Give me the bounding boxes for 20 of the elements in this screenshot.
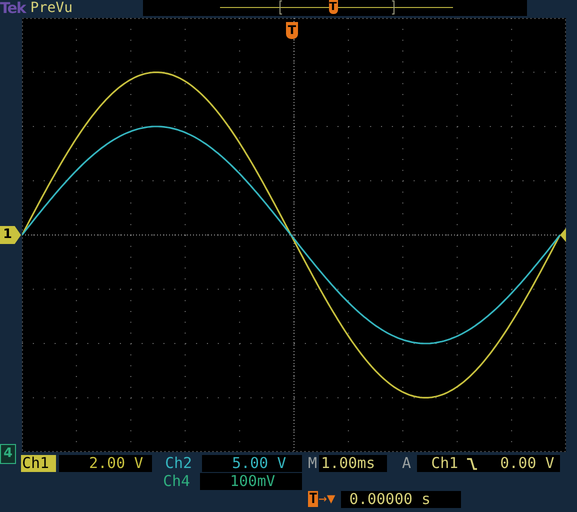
trigger-source: Ch1: [431, 455, 458, 472]
trigger-level: 0.00 V: [500, 455, 554, 472]
falling-edge-icon: [466, 456, 478, 470]
mode-label: PreVu: [30, 0, 73, 16]
trigger-position-value: 0.00000 s: [341, 491, 462, 508]
channel-marker: 4: [0, 444, 16, 464]
channel-marker: 1: [0, 226, 21, 244]
trigger-marker: T: [328, 0, 338, 14]
channel-scale: 100mV: [200, 473, 302, 490]
trigger-type-label: A: [402, 455, 412, 472]
timebase-label: M: [308, 455, 318, 472]
trigger-marker: T: [286, 22, 298, 39]
channel-label: Ch4: [162, 473, 192, 490]
channel-label: Ch1: [21, 455, 56, 472]
channel-label: Ch2: [164, 455, 194, 472]
timebase-value: 1.00ms: [319, 455, 388, 472]
channel-scale: 5.00 V: [202, 455, 302, 472]
channel-scale: 2.00 V: [59, 455, 152, 472]
trigger-level-icon: [560, 228, 566, 242]
brand-logo: Tek: [0, 0, 26, 16]
